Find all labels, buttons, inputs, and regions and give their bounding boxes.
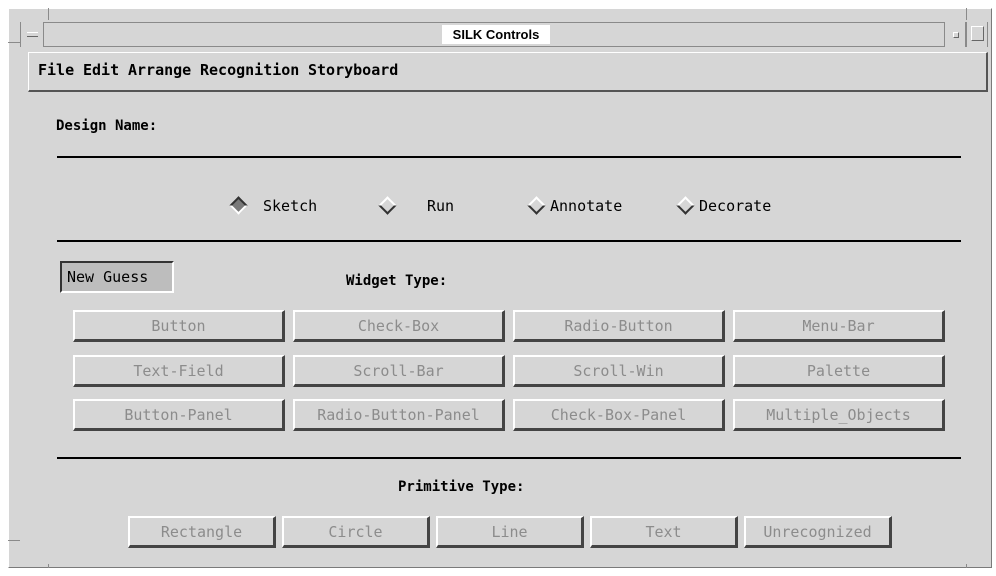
widget-scroll-bar[interactable]: Scroll-Bar [293,355,505,387]
widget-multiple-objects[interactable]: Multiple_Objects [733,399,945,431]
widget-scroll-win[interactable]: Scroll-Win [513,355,725,387]
mode-sketch-label[interactable]: Sketch [263,197,317,215]
menu-file[interactable]: File [38,61,74,79]
mode-run-label[interactable]: Run [427,197,454,215]
separator [57,156,961,158]
menu-recognition[interactable]: Recognition [200,61,299,79]
primitive-rectangle[interactable]: Rectangle [128,516,276,548]
frame-notch [966,8,967,20]
primitive-type-label: Primitive Type: [398,479,525,495]
frame-notch [8,540,20,541]
frame-notch [48,8,49,20]
minimize-button[interactable] [944,22,966,47]
design-name-label: Design Name: [56,118,158,134]
widget-menu-bar[interactable]: Menu-Bar [733,310,945,342]
separator [57,240,961,242]
widget-text-field[interactable]: Text-Field [73,355,285,387]
window-menu-button[interactable] [20,22,44,47]
primitive-text[interactable]: Text [590,516,738,548]
restore-icon [953,32,959,38]
frame-notch [8,42,20,43]
separator [57,457,961,459]
menu-arrange[interactable]: Arrange [128,61,191,79]
widget-check-box[interactable]: Check-Box [293,310,505,342]
widget-radio-button[interactable]: Radio-Button [513,310,725,342]
primitive-line[interactable]: Line [436,516,584,548]
widget-palette[interactable]: Palette [733,355,945,387]
widget-check-box-panel[interactable]: Check-Box-Panel [513,399,725,431]
widget-button-panel[interactable]: Button-Panel [73,399,285,431]
mode-decorate-label[interactable]: Decorate [699,197,771,215]
widget-button[interactable]: Button [73,310,285,342]
primitive-circle[interactable]: Circle [282,516,430,548]
menu-edit[interactable]: Edit [83,61,119,79]
window-title: SILK Controls [442,25,550,44]
widget-radio-button-panel[interactable]: Radio-Button-Panel [293,399,505,431]
new-guess-button[interactable]: New Guess [60,261,174,293]
maximize-button[interactable] [966,22,988,47]
menu-storyboard[interactable]: Storyboard [308,61,398,79]
mode-annotate-label[interactable]: Annotate [550,197,622,215]
primitive-unrecognized[interactable]: Unrecognized [744,516,892,548]
widget-type-label: Widget Type: [346,273,448,289]
maximize-icon [971,26,984,41]
minimize-icon [27,32,38,37]
